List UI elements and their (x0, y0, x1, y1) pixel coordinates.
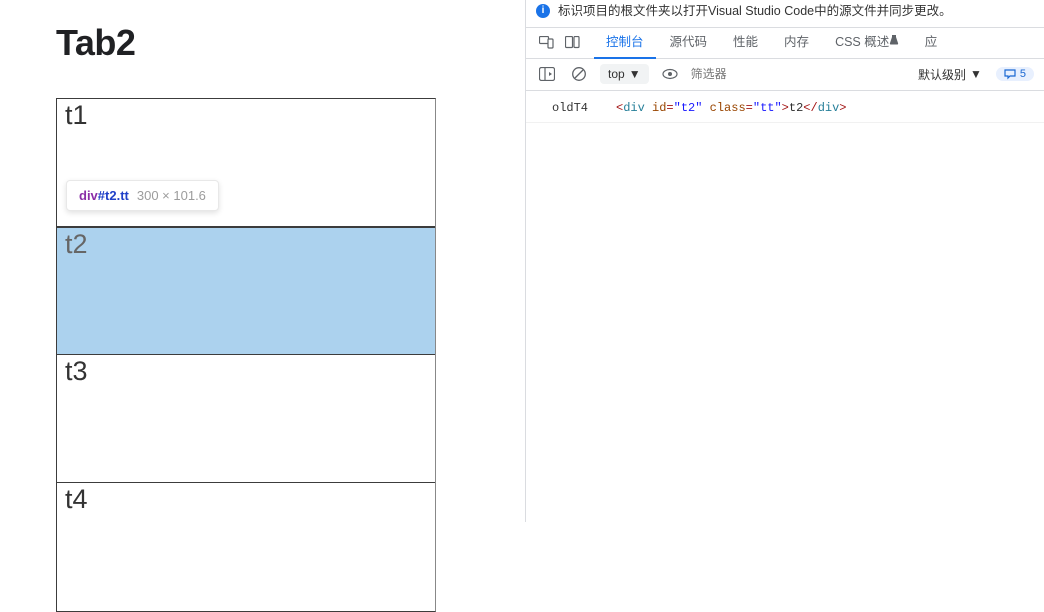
page-title: Tab2 (56, 22, 525, 64)
info-text: 标识项目的根文件夹以打开Visual Studio Code中的源文件并同步更改… (558, 3, 952, 21)
tab-css-overview[interactable]: CSS 概述 (823, 27, 911, 59)
tooltip-tag: div (79, 188, 98, 203)
console-log-element: <div id="t2" class="tt">t2</div> (616, 99, 847, 118)
context-label: top (608, 67, 625, 81)
clear-console-icon[interactable] (568, 63, 590, 85)
tab-sources[interactable]: 源代码 (658, 27, 720, 59)
context-selector[interactable]: top ▼ (600, 64, 649, 84)
messages-count-pill[interactable]: 5 (996, 67, 1034, 81)
chevron-down-icon: ▼ (629, 67, 641, 81)
tab-performance[interactable]: 性能 (721, 27, 770, 59)
tab-memory[interactable]: 内存 (772, 27, 821, 59)
log-level-label: 默认级别 (918, 66, 966, 83)
console-row[interactable]: oldT4 <div id="t2" class="tt">t2</div> (526, 95, 1044, 123)
filter-input[interactable] (691, 67, 904, 81)
toggle-sidebar-icon[interactable] (536, 63, 558, 85)
chevron-down-icon: ▼ (970, 67, 982, 81)
rendered-page: Tab2 t1 t2 t3 t4 (0, 0, 525, 522)
info-icon: i (536, 4, 550, 18)
live-expression-icon[interactable] (659, 63, 681, 85)
console-output[interactable]: oldT4 <div id="t2" class="tt">t2</div> (526, 91, 1044, 523)
tooltip-id: #t2 (98, 188, 117, 203)
tooltip-dimensions: 300 × 101.6 (137, 188, 206, 203)
tab-console[interactable]: 控制台 (594, 27, 656, 59)
console-toolbar: top ▼ 默认级别 ▼ 5 (526, 59, 1044, 91)
t-grid: t1 t2 t3 t4 (56, 98, 436, 612)
grid-cell[interactable]: t2 (57, 227, 435, 355)
devtools-info-bar: i 标识项目的根文件夹以打开Visual Studio Code中的源文件并同步… (526, 0, 1044, 27)
messages-count: 5 (1020, 68, 1026, 80)
tooltip-class: .tt (117, 188, 129, 203)
flask-icon (889, 35, 899, 49)
log-level-selector[interactable]: 默认级别 ▼ (914, 63, 986, 86)
device-toggle-icon[interactable] (534, 31, 558, 55)
devtools-tabs: 控制台 源代码 性能 内存 CSS 概述 应 (526, 27, 1044, 59)
grid-cell[interactable]: t3 (57, 355, 435, 483)
devtools-pane: i 标识项目的根文件夹以打开Visual Studio Code中的源文件并同步… (525, 0, 1044, 522)
console-log-label: oldT4 (552, 99, 600, 118)
inspect-tooltip: div#t2.tt 300 × 101.6 (66, 180, 219, 211)
grid-cell[interactable]: t4 (57, 483, 435, 611)
dock-side-icon[interactable] (560, 31, 584, 55)
speech-bubble-icon (1004, 69, 1016, 80)
tab-application[interactable]: 应 (913, 27, 950, 59)
